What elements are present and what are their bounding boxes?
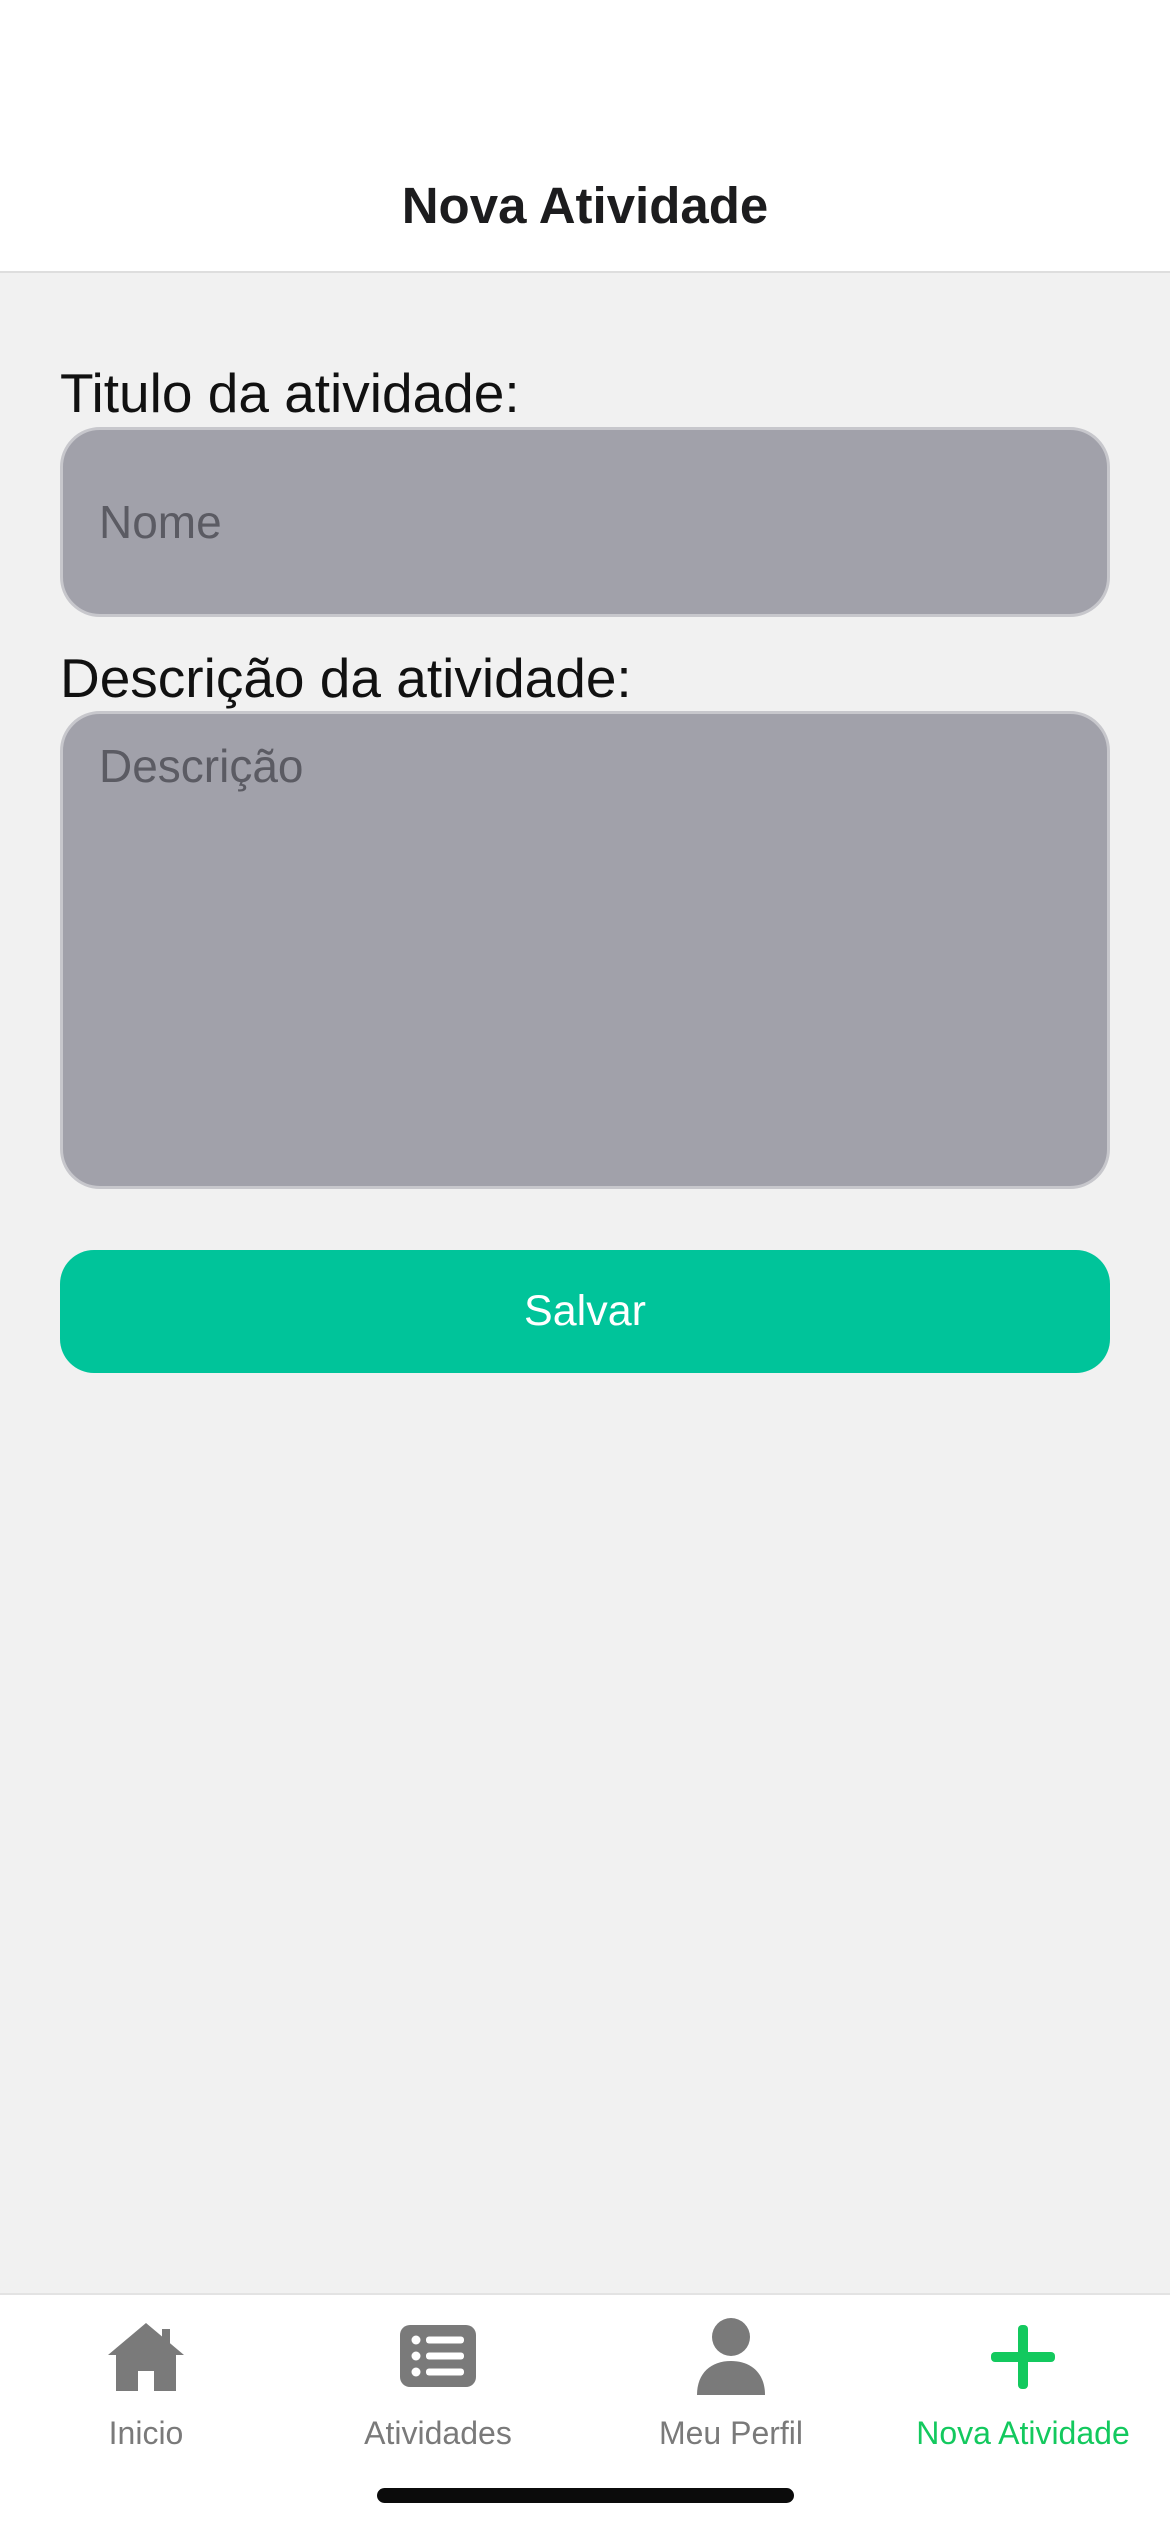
- home-icon: [108, 2323, 184, 2391]
- tab-label: Nova Atividade: [916, 2415, 1130, 2451]
- page-title: Nova Atividade: [401, 177, 769, 234]
- tab-atividades[interactable]: Atividades: [292, 2295, 584, 2455]
- tab-label: Atividades: [364, 2415, 512, 2451]
- tab-meu-perfil[interactable]: Meu Perfil: [585, 2295, 877, 2455]
- list-icon: [400, 2325, 476, 2387]
- tab-label: Inicio: [108, 2415, 184, 2451]
- save-button[interactable]: Salvar: [60, 1250, 1110, 1373]
- activity-title-input[interactable]: [60, 427, 1110, 617]
- person-icon: [697, 2318, 765, 2395]
- home-indicator: [377, 2488, 794, 2503]
- tab-label: Meu Perfil: [658, 2415, 804, 2451]
- screen: Nova Atividade Titulo da atividade: Desc…: [0, 0, 1170, 2532]
- header: Nova Atividade: [0, 0, 1170, 273]
- activity-description-input[interactable]: [60, 711, 1110, 1189]
- tab-inicio[interactable]: Inicio: [0, 2295, 292, 2455]
- activity-description-label: Descrição da atividade:: [60, 647, 632, 709]
- tab-nova-atividade[interactable]: Nova Atividade: [877, 2295, 1169, 2455]
- plus-icon: [991, 2325, 1055, 2389]
- activity-title-label: Titulo da atividade:: [60, 362, 520, 424]
